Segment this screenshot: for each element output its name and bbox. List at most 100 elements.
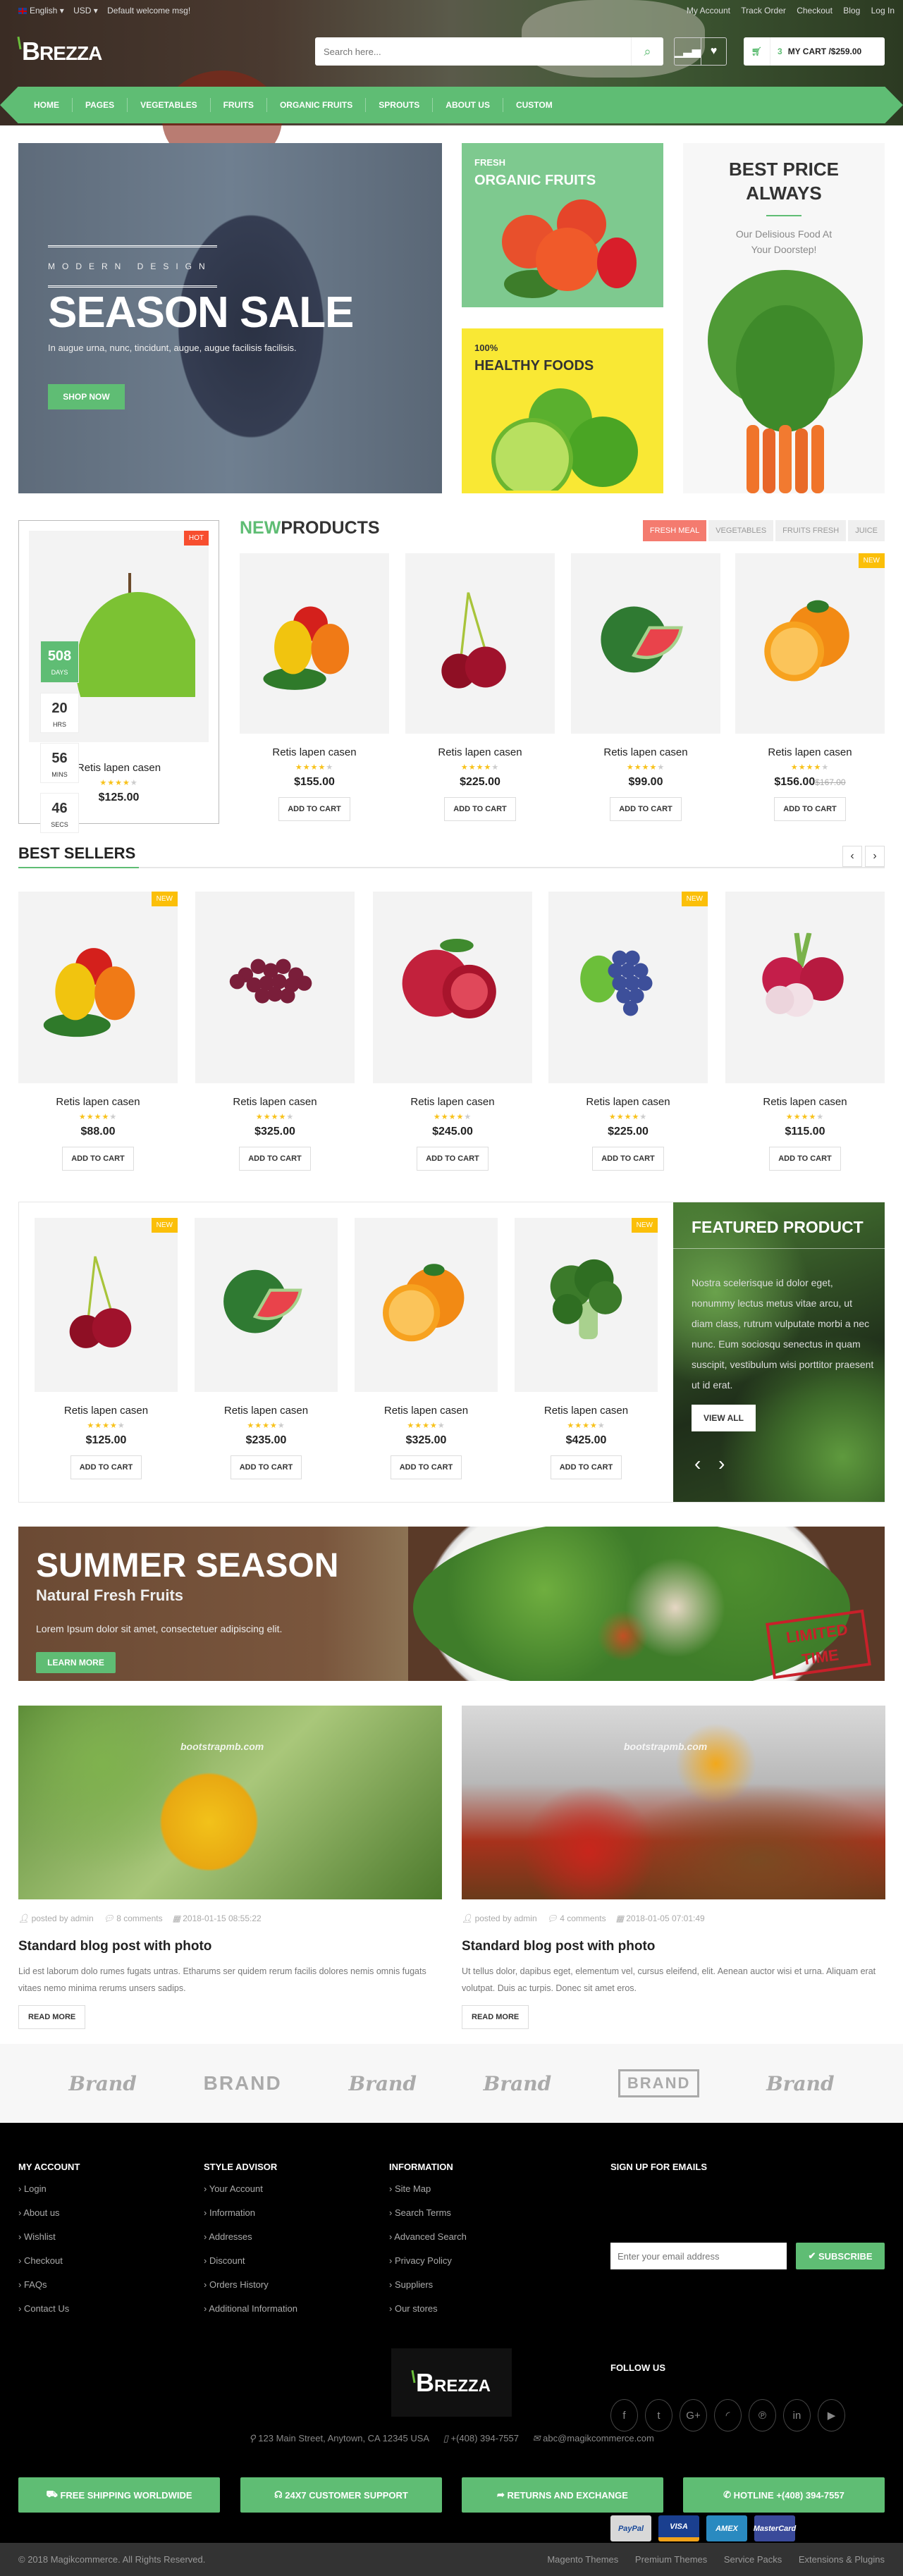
product-image[interactable]: NEW xyxy=(515,1218,658,1392)
premium-themes-link[interactable]: Premium Themes xyxy=(635,2554,707,2565)
product-card[interactable]: Retis lapen casen ★★★★★ $235.00 ADD TO C… xyxy=(195,1218,338,1479)
product-image[interactable] xyxy=(195,1218,338,1392)
product-card[interactable]: Retis lapen casen ★★★★★ $245.00 ADD TO C… xyxy=(373,892,532,1171)
footer-link[interactable]: Search Terms xyxy=(389,2207,467,2231)
footer-link[interactable]: Suppliers xyxy=(389,2279,467,2303)
pinterest-icon[interactable]: ℗ xyxy=(749,2399,776,2432)
footer-link[interactable]: Checkout xyxy=(18,2255,80,2279)
product-name[interactable]: Retis lapen casen xyxy=(548,1096,708,1108)
product-card[interactable]: NEW Retis lapen casen ★★★★★ $425.00 ADD … xyxy=(515,1218,658,1479)
add-to-cart-button[interactable]: ADD TO CART xyxy=(592,1147,664,1171)
service-packs-link[interactable]: Service Packs xyxy=(724,2554,782,2565)
product-name[interactable]: Retis lapen casen xyxy=(405,746,555,758)
hotline-button[interactable]: ✆ HOTLINE +(408) 394-7557 xyxy=(683,2477,885,2513)
youtube-icon[interactable]: ▶ xyxy=(818,2399,845,2432)
brand-logo[interactable]: Brand xyxy=(68,2072,137,2095)
my-account-link[interactable]: My Account xyxy=(687,6,730,16)
learn-more-button[interactable]: LEARN MORE xyxy=(36,1652,116,1673)
footer-link[interactable]: FAQs xyxy=(18,2279,80,2303)
nav-item-custom[interactable]: CUSTOM xyxy=(503,98,565,112)
product-name[interactable]: Retis lapen casen xyxy=(355,1405,498,1417)
next-arrow-icon[interactable]: › xyxy=(718,1453,725,1475)
extensions-link[interactable]: Extensions & Plugins xyxy=(799,2554,885,2565)
product-name[interactable]: Retis lapen casen xyxy=(725,1096,885,1108)
email-input[interactable] xyxy=(610,2243,787,2269)
google-plus-icon[interactable]: G+ xyxy=(680,2399,707,2432)
product-name[interactable]: Retis lapen casen xyxy=(240,746,389,758)
comments[interactable]: 💬︎ 8 comments xyxy=(104,1913,163,1923)
prev-arrow-icon[interactable]: ‹ xyxy=(694,1453,701,1475)
product-image[interactable]: NEW xyxy=(18,892,178,1083)
facebook-icon[interactable]: f xyxy=(610,2399,638,2432)
footer-link[interactable]: About us xyxy=(18,2207,80,2231)
checkout-link[interactable]: Checkout xyxy=(797,6,833,16)
tab-juice[interactable]: JUICE xyxy=(848,520,885,541)
product-name[interactable]: Retis lapen casen xyxy=(515,1405,658,1417)
logo[interactable]: BREZZA xyxy=(17,36,102,66)
nav-item-home[interactable]: HOME xyxy=(21,98,73,112)
product-image[interactable] xyxy=(405,553,555,734)
product-name[interactable]: Retis lapen casen xyxy=(571,746,720,758)
track-order-link[interactable]: Track Order xyxy=(741,6,786,16)
prev-arrow-icon[interactable]: ‹ xyxy=(842,846,862,867)
customer-support-button[interactable]: ☊ 24X7 CUSTOMER SUPPORT xyxy=(240,2477,442,2513)
footer-link[interactable]: Your Account xyxy=(204,2183,297,2207)
tab-vegetables[interactable]: VEGETABLES xyxy=(708,520,774,541)
product-card[interactable]: Retis lapen casen ★★★★★ $155.00 ADD TO C… xyxy=(240,553,389,821)
add-to-cart-button[interactable]: ADD TO CART xyxy=(278,797,350,821)
product-image[interactable] xyxy=(373,892,532,1083)
footer-link[interactable]: Site Map xyxy=(389,2183,467,2207)
nav-item-sprouts[interactable]: SPROUTS xyxy=(366,98,434,112)
footer-link[interactable]: Additional Information xyxy=(204,2303,297,2327)
blog-link[interactable]: Blog xyxy=(843,6,860,16)
nav-item-pages[interactable]: PAGES xyxy=(73,98,128,112)
language-selector[interactable]: English ▾ xyxy=(18,6,64,16)
nav-item-organic-fruits[interactable]: ORGANIC FRUITS xyxy=(267,98,367,112)
product-card[interactable]: NEW Retis lapen casen ★★★★★ $156.00$167.… xyxy=(735,553,885,821)
footer-link[interactable]: Orders History xyxy=(204,2279,297,2303)
linkedin-icon[interactable]: in xyxy=(783,2399,811,2432)
blog-title[interactable]: Standard blog post with photo xyxy=(462,1939,885,1954)
email[interactable]: ✉ abc@magikcommerce.com xyxy=(533,2433,654,2443)
product-card[interactable]: NEW Retis lapen casen ★★★★★ $125.00 ADD … xyxy=(35,1218,178,1479)
blog-image[interactable]: bootstrapmb.com xyxy=(18,1706,442,1899)
tab-fresh-meal[interactable]: FRESH MEAL xyxy=(642,520,707,541)
footer-link[interactable]: Privacy Policy xyxy=(389,2255,467,2279)
product-image[interactable] xyxy=(195,892,355,1083)
product-image[interactable]: NEW xyxy=(548,892,708,1083)
product-card[interactable]: Retis lapen casen ★★★★★ $225.00 ADD TO C… xyxy=(405,553,555,821)
brand-logo[interactable]: BRAND xyxy=(204,2072,282,2095)
add-to-cart-button[interactable]: ADD TO CART xyxy=(550,1455,622,1479)
blog-title[interactable]: Standard blog post with photo xyxy=(18,1939,442,1954)
add-to-cart-button[interactable]: ADD TO CART xyxy=(390,1455,462,1479)
footer-link[interactable]: Addresses xyxy=(204,2231,297,2255)
product-card[interactable]: Retis lapen casen ★★★★★ $325.00 ADD TO C… xyxy=(195,892,355,1171)
product-name[interactable]: Retis lapen casen xyxy=(195,1405,338,1417)
product-image[interactable] xyxy=(240,553,389,734)
subscribe-button[interactable]: ✔ SUBSCRIBE xyxy=(796,2243,885,2269)
add-to-cart-button[interactable]: ADD TO CART xyxy=(610,797,682,821)
product-image[interactable] xyxy=(355,1218,498,1392)
wishlist-button[interactable]: ♥ xyxy=(700,38,726,65)
returns-button[interactable]: ➦ RETURNS AND EXCHANGE xyxy=(462,2477,663,2513)
add-to-cart-button[interactable]: ADD TO CART xyxy=(444,797,516,821)
add-to-cart-button[interactable]: ADD TO CART xyxy=(239,1147,311,1171)
login-link[interactable]: Log In xyxy=(871,6,895,16)
product-card[interactable]: Retis lapen casen ★★★★★ $115.00 ADD TO C… xyxy=(725,892,885,1171)
product-card[interactable]: Retis lapen casen ★★★★★ $325.00 ADD TO C… xyxy=(355,1218,498,1479)
twitter-icon[interactable]: t xyxy=(645,2399,672,2432)
footer-link[interactable]: Our stores xyxy=(389,2303,467,2327)
footer-link[interactable]: Wishlist xyxy=(18,2231,80,2255)
product-name[interactable]: Retis lapen casen xyxy=(35,1405,178,1417)
magento-themes-link[interactable]: Magento Themes xyxy=(547,2554,618,2565)
nav-item-fruits[interactable]: FRUITS xyxy=(211,98,267,112)
read-more-button[interactable]: READ MORE xyxy=(18,2005,86,2029)
brand-logo[interactable]: Brand xyxy=(348,2072,417,2095)
product-name[interactable]: Retis lapen casen xyxy=(18,1096,178,1108)
product-card[interactable]: NEW Retis lapen casen ★★★★★ $225.00 ADD … xyxy=(548,892,708,1171)
search-button[interactable]: ⌕ xyxy=(631,37,663,66)
blog-image[interactable]: bootstrapmb.com xyxy=(462,1706,885,1899)
free-shipping-button[interactable]: ⛟ FREE SHIPPING WORLDWIDE xyxy=(18,2477,220,2513)
brand-logo[interactable]: Brand xyxy=(484,2072,552,2095)
add-to-cart-button[interactable]: ADD TO CART xyxy=(70,1455,142,1479)
